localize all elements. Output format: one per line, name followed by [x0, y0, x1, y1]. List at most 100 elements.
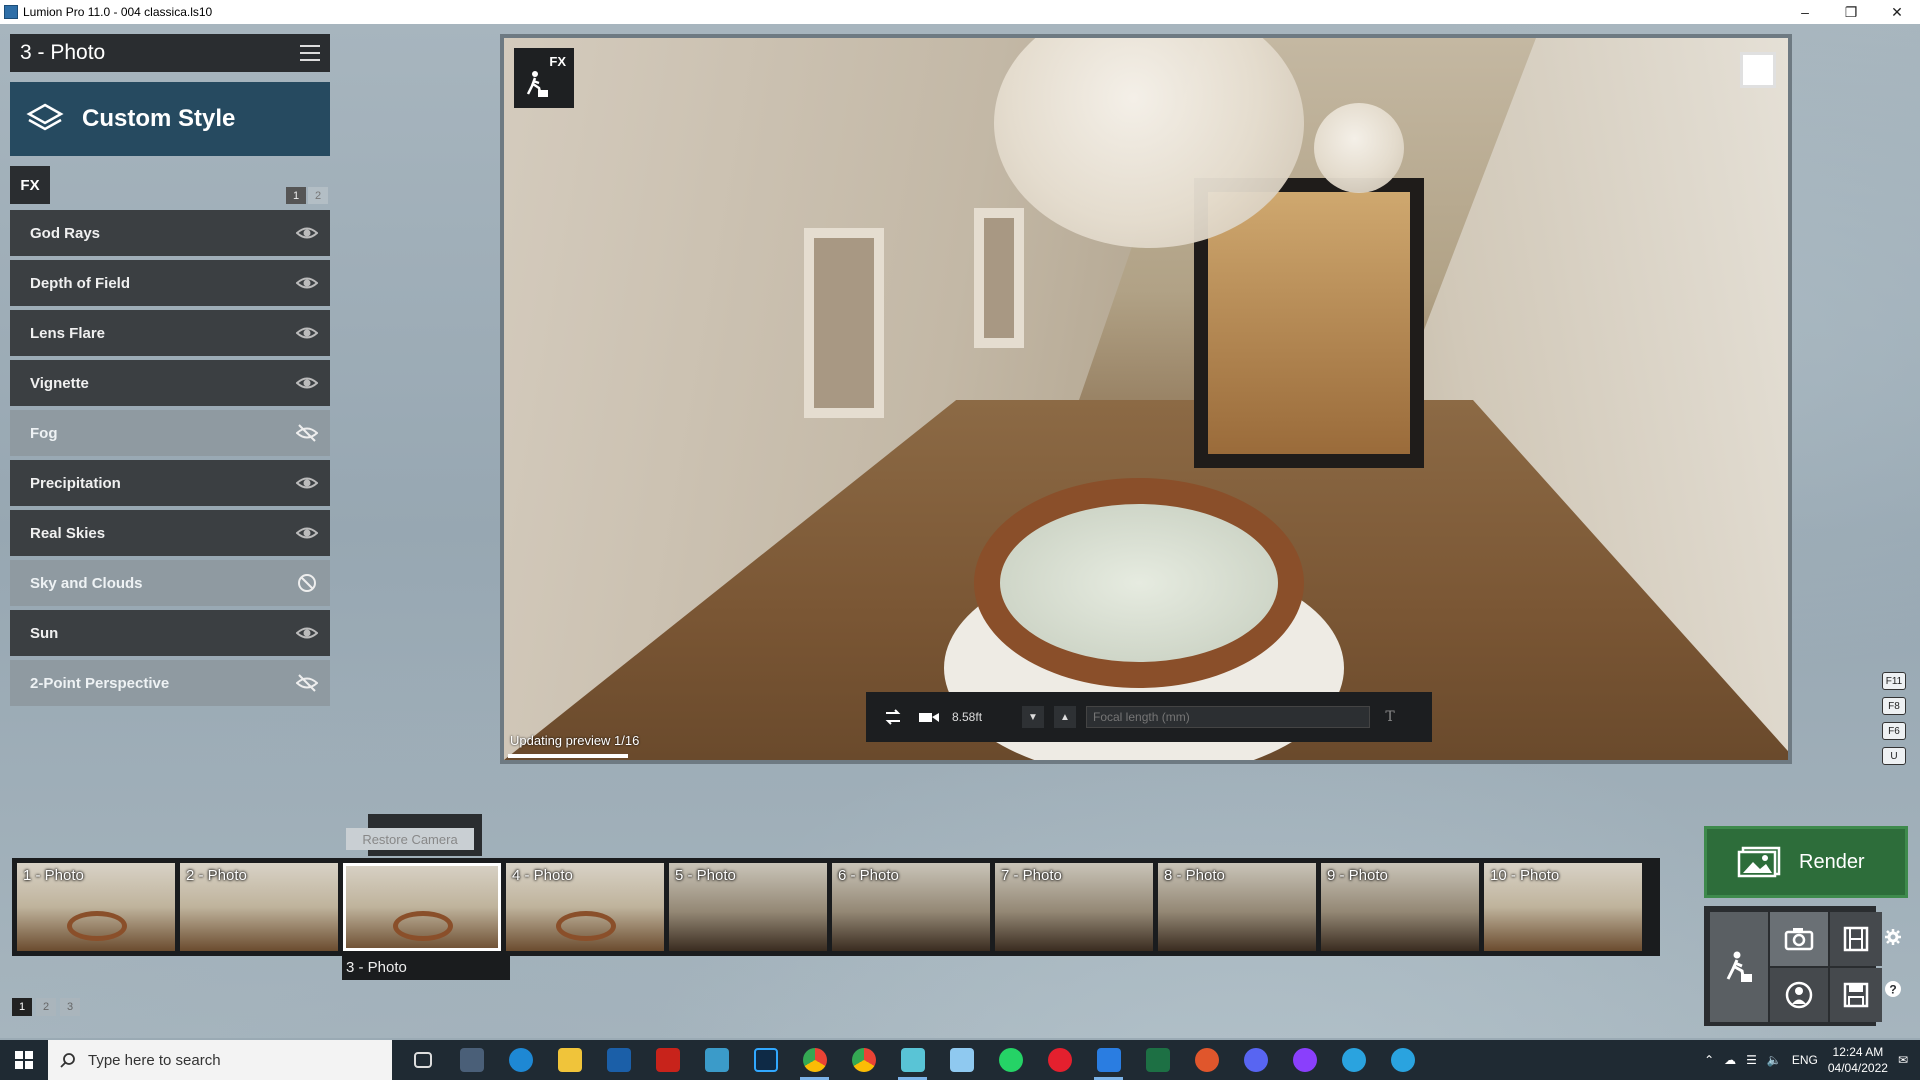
windows-start-button[interactable]: [0, 1040, 48, 1080]
eye-icon[interactable]: [296, 323, 318, 343]
todo-icon[interactable]: [1084, 1040, 1133, 1080]
telegram-desktop-icon[interactable]: [1378, 1040, 1427, 1080]
thumbnail-label: 8 - Photo: [1164, 867, 1225, 884]
help-icon[interactable]: ?: [1884, 980, 1902, 998]
network-icon[interactable]: ☰: [1746, 1053, 1757, 1067]
window-title: Lumion Pro 11.0 - 004 classica.ls10: [23, 5, 213, 19]
thumbnail-1[interactable]: 1 - Photo: [17, 863, 175, 951]
u-key[interactable]: U: [1882, 747, 1906, 765]
panorama-mode-button[interactable]: [1770, 968, 1828, 1022]
lumion-taskbar-icon[interactable]: [888, 1040, 937, 1080]
close-button[interactable]: ✕: [1874, 4, 1920, 21]
gear-icon[interactable]: [1884, 928, 1902, 946]
task-view-icon[interactable]: [398, 1040, 447, 1080]
notification-center-icon[interactable]: ✉: [1898, 1053, 1908, 1067]
file-explorer-icon[interactable]: [545, 1040, 594, 1080]
fullscreen-toggle[interactable]: [1740, 52, 1776, 88]
acrobat-icon[interactable]: [643, 1040, 692, 1080]
effect-lens-flare[interactable]: Lens Flare: [10, 310, 330, 356]
excel-icon[interactable]: [1133, 1040, 1182, 1080]
eye-off-icon[interactable]: [296, 423, 318, 443]
effect-fog[interactable]: Fog: [10, 410, 330, 456]
chrome-icon[interactable]: [790, 1040, 839, 1080]
show-hidden-icons[interactable]: ⌃: [1704, 1053, 1714, 1067]
fx-badge[interactable]: FX: [514, 48, 574, 108]
eye-icon[interactable]: [296, 373, 318, 393]
fx-page-2[interactable]: 2: [308, 187, 328, 204]
onedrive-icon[interactable]: ☁: [1724, 1053, 1736, 1067]
thumbnail-2[interactable]: 2 - Photo: [180, 863, 338, 951]
chrome-profile-icon[interactable]: [839, 1040, 888, 1080]
f8-key[interactable]: F8: [1882, 697, 1906, 715]
effect-precipitation[interactable]: Precipitation: [10, 460, 330, 506]
notes-icon[interactable]: [937, 1040, 986, 1080]
text-button[interactable]: T: [1380, 709, 1400, 725]
edge-icon[interactable]: [496, 1040, 545, 1080]
podcast-icon[interactable]: [1280, 1040, 1329, 1080]
sketchup-icon[interactable]: [594, 1040, 643, 1080]
effect-god-rays[interactable]: God Rays: [10, 210, 330, 256]
eye-off-icon[interactable]: [296, 673, 318, 693]
save-button[interactable]: [1830, 968, 1882, 1022]
thumbnail-6[interactable]: 6 - Photo: [832, 863, 990, 951]
whatsapp-icon[interactable]: [986, 1040, 1035, 1080]
filmstrip-page-2[interactable]: 2: [36, 998, 56, 1016]
f6-key[interactable]: F6: [1882, 722, 1906, 740]
height-down-button[interactable]: ▼: [1022, 706, 1044, 728]
effect-vignette[interactable]: Vignette: [10, 360, 330, 406]
volume-icon[interactable]: 🔈: [1767, 1053, 1782, 1067]
filmstrip-page-1[interactable]: 1: [12, 998, 32, 1016]
thumbnail-10[interactable]: 10 - Photo: [1484, 863, 1642, 951]
fx-tab[interactable]: FX: [10, 166, 50, 204]
eye-icon[interactable]: [296, 623, 318, 643]
f11-key[interactable]: F11: [1882, 672, 1906, 690]
thumbnail-3[interactable]: [343, 863, 501, 951]
effect-sun[interactable]: Sun: [10, 610, 330, 656]
effect-depth-of-field[interactable]: Depth of Field: [10, 260, 330, 306]
snipping-tool-icon[interactable]: [692, 1040, 741, 1080]
movie-mode-button[interactable]: [1830, 912, 1882, 966]
thumbnail-4[interactable]: 4 - Photo: [506, 863, 664, 951]
swap-camera-icon[interactable]: [880, 704, 906, 730]
effect-sky-and-clouds[interactable]: Sky and Clouds: [10, 560, 330, 606]
grammarly-icon[interactable]: [1182, 1040, 1231, 1080]
eye-icon[interactable]: [296, 273, 318, 293]
calculator-icon[interactable]: [447, 1040, 496, 1080]
thumbnail-7[interactable]: 7 - Photo: [995, 863, 1153, 951]
effect-real-skies[interactable]: Real Skies: [10, 510, 330, 556]
thumbnail-8[interactable]: 8 - Photo: [1158, 863, 1316, 951]
thumbnail-label: 5 - Photo: [675, 867, 736, 884]
photo-mode-button[interactable]: [1770, 912, 1828, 966]
photoshop-icon[interactable]: [741, 1040, 790, 1080]
thumbnail-9[interactable]: 9 - Photo: [1321, 863, 1479, 951]
disabled-icon[interactable]: [296, 573, 318, 593]
input-language[interactable]: ENG: [1792, 1053, 1818, 1067]
fx-badge-label: FX: [549, 54, 566, 69]
hamburger-menu-icon[interactable]: [300, 45, 320, 61]
minimize-button[interactable]: –: [1782, 4, 1828, 21]
eye-icon[interactable]: [296, 523, 318, 543]
effect-label: Real Skies: [30, 524, 106, 542]
thumbnail-5[interactable]: 5 - Photo: [669, 863, 827, 951]
clock-date: 04/04/2022: [1827, 1061, 1888, 1075]
custom-style-button[interactable]: Custom Style: [10, 82, 330, 156]
restore-button[interactable]: ❐: [1828, 4, 1874, 21]
eye-icon[interactable]: [296, 473, 318, 493]
thumbnail-label: 4 - Photo: [512, 867, 573, 884]
taskbar-search[interactable]: Type here to search: [48, 1040, 392, 1080]
eye-icon[interactable]: [296, 223, 318, 243]
build-mode-button[interactable]: [1710, 912, 1768, 1022]
render-button[interactable]: Render: [1704, 826, 1908, 898]
fx-page-1[interactable]: 1: [286, 187, 306, 204]
discord-icon[interactable]: [1231, 1040, 1280, 1080]
focal-length-input[interactable]: [1086, 706, 1370, 728]
render-viewport[interactable]: FX Updating preview 1/16 8.58ft ▼ ▲ T: [500, 34, 1792, 764]
taskbar-clock[interactable]: 12:24 AM 04/04/2022: [1828, 1044, 1888, 1076]
effect-2-point-perspective[interactable]: 2-Point Perspective: [10, 660, 330, 706]
height-up-button[interactable]: ▲: [1054, 706, 1076, 728]
filmstrip-page-3[interactable]: 3: [60, 998, 80, 1016]
restore-camera-button[interactable]: Restore Camera: [346, 828, 474, 850]
telegram-icon[interactable]: [1329, 1040, 1378, 1080]
opera-icon[interactable]: [1035, 1040, 1084, 1080]
video-camera-icon[interactable]: [916, 704, 942, 730]
